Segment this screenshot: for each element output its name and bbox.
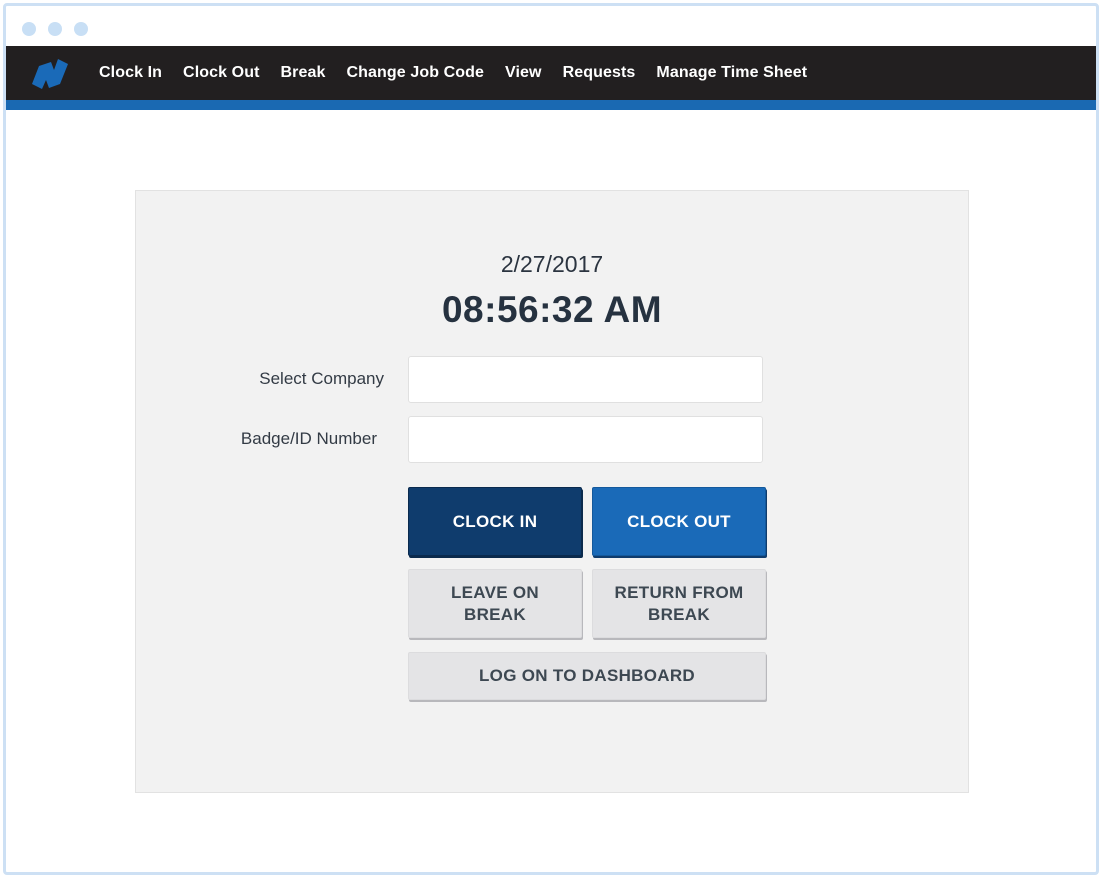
nav-requests[interactable]: Requests <box>563 64 636 82</box>
return-from-break-button[interactable]: RETURN FROM BREAK <box>592 569 766 638</box>
main-nav: Clock In Clock Out Break Change Job Code… <box>99 46 828 100</box>
window-controls <box>22 22 88 36</box>
return-from-break-label-line2: BREAK <box>648 604 710 624</box>
log-on-to-dashboard-button[interactable]: LOG ON TO DASHBOARD <box>408 652 766 700</box>
log-on-to-dashboard-label: LOG ON TO DASHBOARD <box>478 666 695 685</box>
window-dot-minimize[interactable] <box>48 22 62 36</box>
clock-out-button[interactable]: CLOCK OUT <box>592 487 766 556</box>
window-dot-maximize[interactable] <box>74 22 88 36</box>
nav-view[interactable]: View <box>505 64 542 82</box>
clock-in-button[interactable]: CLOCK IN <box>408 487 582 556</box>
clock-in-button-label: CLOCK IN <box>452 511 538 531</box>
badge-id-label: Badge/ID Number <box>240 429 377 448</box>
nav-manage-time-sheet[interactable]: Manage Time Sheet <box>656 64 807 82</box>
nav-clock-out[interactable]: Clock Out <box>183 64 259 82</box>
browser-window: Clock In Clock Out Break Change Job Code… <box>3 3 1099 875</box>
return-from-break-label-line1: RETURN FROM <box>614 582 744 602</box>
nav-change-job-code[interactable]: Change Job Code <box>347 64 485 82</box>
window-dot-close[interactable] <box>22 22 36 36</box>
leave-on-break-label-line1: LEAVE ON <box>450 582 540 602</box>
leave-on-break-label-line2: BREAK <box>464 604 526 624</box>
clock-out-button-label: CLOCK OUT <box>627 511 731 531</box>
app-logo-icon[interactable] <box>30 56 70 92</box>
badge-id-input[interactable] <box>408 416 763 463</box>
current-date: 2/27/2017 <box>500 251 604 277</box>
leave-on-break-button[interactable]: LEAVE ON BREAK <box>408 569 582 638</box>
select-company-label: Select Company <box>259 369 384 388</box>
nav-break[interactable]: Break <box>281 64 326 82</box>
current-time: 08:56:32 AM <box>441 289 663 330</box>
time-clock-panel: 2/27/2017 08:56:32 AM Select Company Bad… <box>135 190 969 793</box>
top-navbar: Clock In Clock Out Break Change Job Code… <box>6 46 1096 110</box>
select-company-input[interactable] <box>408 356 763 403</box>
nav-clock-in[interactable]: Clock In <box>99 64 162 82</box>
